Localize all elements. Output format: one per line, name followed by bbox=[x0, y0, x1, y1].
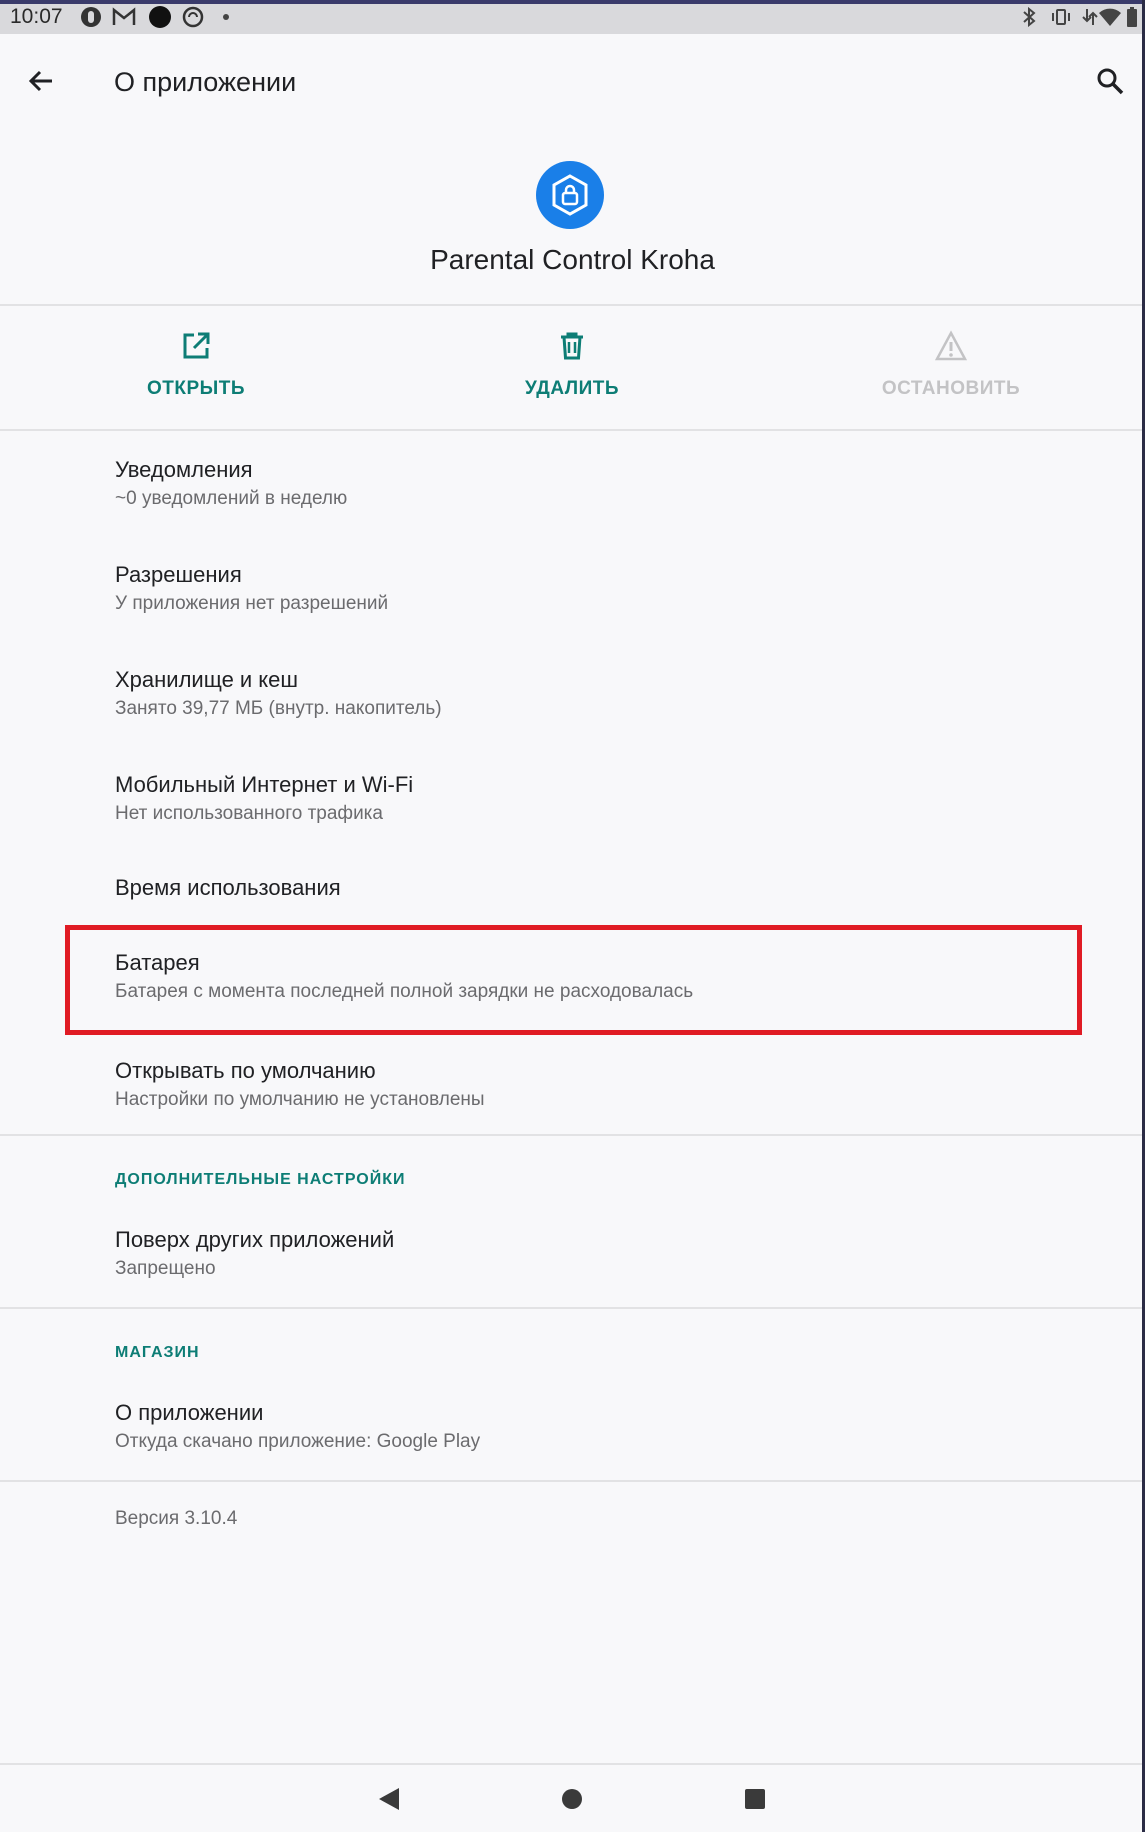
gmail-notification-icon bbox=[112, 6, 136, 28]
item-title: Открывать по умолчанию bbox=[115, 1058, 376, 1083]
item-subtitle: Запрещено bbox=[115, 1258, 216, 1279]
bluetooth-icon bbox=[1022, 6, 1036, 28]
arrow-back-icon bbox=[28, 70, 52, 92]
item-title: Мобильный Интернет и Wi-Fi bbox=[115, 772, 414, 797]
lock-shield-icon bbox=[552, 174, 588, 216]
divider bbox=[0, 1134, 1145, 1136]
force-stop-button-label: ОСТАНОВИТЬ bbox=[881, 378, 1021, 399]
force-stop-button[interactable]: ОСТАНОВИТЬ bbox=[826, 330, 1076, 410]
app-bar: О приложении bbox=[0, 34, 1145, 130]
item-title: Уведомления bbox=[115, 457, 253, 482]
divider bbox=[0, 1307, 1145, 1309]
item-subtitle: Занято 39,77 МБ (внутр. накопитель) bbox=[115, 698, 442, 719]
data-transfer-icon bbox=[1082, 6, 1098, 28]
divider bbox=[0, 304, 1145, 306]
nav-home-circle-icon bbox=[562, 1789, 582, 1809]
nav-home-button[interactable] bbox=[550, 1777, 594, 1821]
app-icon bbox=[536, 161, 604, 229]
nav-recents-square-icon bbox=[745, 1789, 765, 1809]
search-button[interactable] bbox=[1085, 56, 1135, 106]
sync-notification-icon bbox=[182, 6, 204, 28]
screen-time-item[interactable]: Время использования bbox=[0, 860, 1142, 922]
window-frame-top bbox=[0, 0, 1145, 4]
open-button[interactable]: ОТКРЫТЬ bbox=[71, 330, 321, 410]
alarm-notification-icon bbox=[80, 6, 102, 28]
nav-recents-button[interactable] bbox=[733, 1777, 777, 1821]
item-title: Хранилище и кеш bbox=[115, 667, 299, 692]
vibrate-icon bbox=[1050, 6, 1072, 28]
permissions-item[interactable]: Разрешения У приложения нет разрешений bbox=[0, 545, 1142, 649]
app-details-item[interactable]: О приложении Откуда скачано приложение: … bbox=[0, 1383, 1142, 1479]
status-bar: 10:07 bbox=[0, 0, 1145, 34]
version-label: Версия 3.10.4 bbox=[115, 1508, 238, 1529]
section-header-advanced: ДОПОЛНИТЕЛЬНЫЕ НАСТРОЙКИ bbox=[115, 1171, 406, 1188]
open-external-icon bbox=[183, 332, 210, 359]
app-notification-icon bbox=[148, 6, 172, 28]
battery-icon bbox=[1126, 6, 1138, 28]
item-subtitle: У приложения нет разрешений bbox=[115, 593, 389, 614]
nav-back-triangle-icon bbox=[379, 1788, 399, 1810]
open-by-default-item[interactable]: Открывать по умолчанию Настройки по умол… bbox=[0, 1041, 1142, 1139]
draw-over-apps-item[interactable]: Поверх других приложений Запрещено bbox=[0, 1210, 1142, 1306]
item-title: О приложении bbox=[115, 1400, 264, 1425]
section-header-store: МАГАЗИН bbox=[115, 1344, 200, 1361]
item-subtitle: Откуда скачано приложение: Google Play bbox=[115, 1431, 481, 1452]
trash-icon bbox=[561, 332, 583, 360]
mobile-data-wifi-item[interactable]: Мобильный Интернет и Wi-Fi Нет использов… bbox=[0, 755, 1142, 859]
navigation-bar bbox=[0, 1765, 1142, 1832]
divider bbox=[0, 429, 1145, 431]
back-button[interactable] bbox=[16, 56, 66, 106]
warning-icon bbox=[934, 330, 968, 361]
item-subtitle: ~0 уведомлений в неделю bbox=[115, 488, 348, 509]
item-subtitle: Настройки по умолчанию не установлены bbox=[115, 1089, 485, 1110]
status-time: 10:07 bbox=[10, 5, 63, 28]
notifications-item[interactable]: Уведомления ~0 уведомлений в неделю bbox=[0, 440, 1142, 544]
uninstall-button-label: УДАЛИТЬ bbox=[524, 378, 620, 399]
search-icon bbox=[1097, 68, 1124, 95]
nav-back-button[interactable] bbox=[367, 1777, 411, 1821]
item-subtitle: Нет использованного трафика bbox=[115, 803, 383, 824]
open-button-label: ОТКРЫТЬ bbox=[146, 378, 246, 399]
item-title: Поверх других приложений bbox=[115, 1227, 395, 1252]
highlight-box bbox=[65, 925, 1082, 1035]
page-title: О приложении bbox=[114, 67, 297, 97]
more-notifications-dot-icon bbox=[222, 6, 230, 28]
uninstall-button[interactable]: УДАЛИТЬ bbox=[447, 330, 697, 410]
storage-item[interactable]: Хранилище и кеш Занято 39,77 МБ (внутр. … bbox=[0, 650, 1142, 754]
divider bbox=[0, 1480, 1145, 1482]
item-title: Время использования bbox=[115, 875, 341, 900]
item-title: Разрешения bbox=[115, 562, 242, 587]
app-name: Parental Control Kroha bbox=[430, 244, 715, 275]
wifi-icon bbox=[1098, 6, 1122, 28]
